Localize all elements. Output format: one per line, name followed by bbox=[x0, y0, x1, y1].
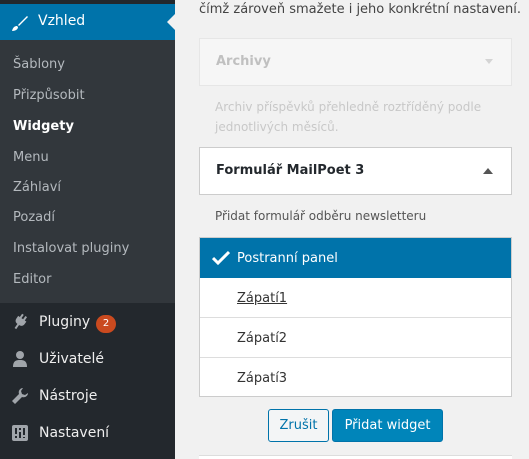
submenu-item-customize[interactable]: Přizpůsobit bbox=[13, 88, 85, 103]
submenu-item-background[interactable]: Pozadí bbox=[13, 210, 55, 225]
chevron-down-icon bbox=[485, 59, 493, 64]
add-widget-button[interactable]: Přidat widget bbox=[332, 409, 443, 442]
submenu-item-install-plugins[interactable]: Instalovat pluginy bbox=[13, 241, 129, 256]
settings-icon bbox=[12, 425, 28, 441]
submenu-item-widgets[interactable]: Widgety bbox=[13, 119, 74, 134]
sidebar-chooser: Postranní panel Zápatí1 Zápatí2 Zápatí3 bbox=[199, 237, 512, 397]
menu-label: Vzhled bbox=[38, 13, 86, 29]
menu-label: Nastavení bbox=[39, 425, 110, 441]
current-indicator bbox=[167, 14, 175, 30]
menu-item-appearance[interactable]: Vzhled bbox=[0, 4, 175, 40]
menu-item-settings[interactable]: Nastavení bbox=[0, 416, 175, 452]
intro-text: čímž zároveň smažete i jeho konkrétní na… bbox=[199, 2, 522, 17]
widgets-content: čímž zároveň smažete i jeho konkrétní na… bbox=[175, 0, 529, 459]
sidebar-option-label: Zápatí2 bbox=[237, 331, 288, 346]
archive-widget-description: Archiv příspěvků přehledně roztříděný po… bbox=[215, 100, 482, 134]
cancel-button[interactable]: Zrušit bbox=[268, 409, 329, 442]
mailpoet-widget-description: Přidat formulář odběru newsletteru bbox=[215, 209, 427, 223]
menu-item-tools[interactable]: Nástroje bbox=[0, 379, 175, 415]
menu-label: Nástroje bbox=[39, 388, 98, 404]
sidebar-option[interactable]: Zápatí3 bbox=[200, 358, 511, 398]
chevron-up-icon[interactable] bbox=[483, 168, 493, 174]
archive-widget[interactable]: Archivy bbox=[199, 38, 512, 86]
submenu-item-menus[interactable]: Menu bbox=[13, 150, 49, 165]
widget-title: Formulář MailPoet 3 bbox=[216, 163, 365, 178]
paintbrush-icon bbox=[12, 16, 28, 31]
admin-sidebar: Vzhled Šablony Přizpůsobit Widgety Menu … bbox=[0, 0, 175, 459]
update-count-badge: 2 bbox=[96, 315, 116, 333]
submenu-item-header[interactable]: Záhlaví bbox=[13, 180, 61, 195]
widget-title: Archivy bbox=[216, 54, 271, 69]
users-icon bbox=[13, 351, 27, 367]
sidebar-option[interactable]: Zápatí2 bbox=[200, 318, 511, 358]
menu-label: Uživatelé bbox=[39, 351, 104, 367]
menu-label: Pluginy bbox=[39, 314, 91, 330]
sidebar-option[interactable]: Zápatí1 bbox=[200, 278, 511, 318]
plugin-icon bbox=[14, 313, 28, 330]
submenu-item-editor[interactable]: Editor bbox=[13, 272, 51, 287]
mailpoet-widget[interactable]: Formulář MailPoet 3 bbox=[199, 147, 512, 195]
menu-item-users[interactable]: Uživatelé bbox=[0, 342, 175, 378]
sidebar-option[interactable]: Postranní panel bbox=[200, 238, 511, 278]
next-widget-edge bbox=[199, 455, 512, 459]
wrench-icon bbox=[12, 388, 28, 404]
submenu-item-themes[interactable]: Šablony bbox=[13, 57, 65, 72]
sidebar-option-label: Zápatí1 bbox=[237, 291, 288, 306]
menu-item-plugins[interactable]: Pluginy 2 bbox=[0, 305, 175, 341]
sidebar-option-label: Postranní panel bbox=[237, 251, 338, 266]
appearance-submenu: Šablony Přizpůsobit Widgety Menu Záhlaví… bbox=[0, 40, 175, 303]
checkmark-icon bbox=[212, 250, 230, 266]
sidebar-option-label: Zápatí3 bbox=[237, 371, 288, 386]
